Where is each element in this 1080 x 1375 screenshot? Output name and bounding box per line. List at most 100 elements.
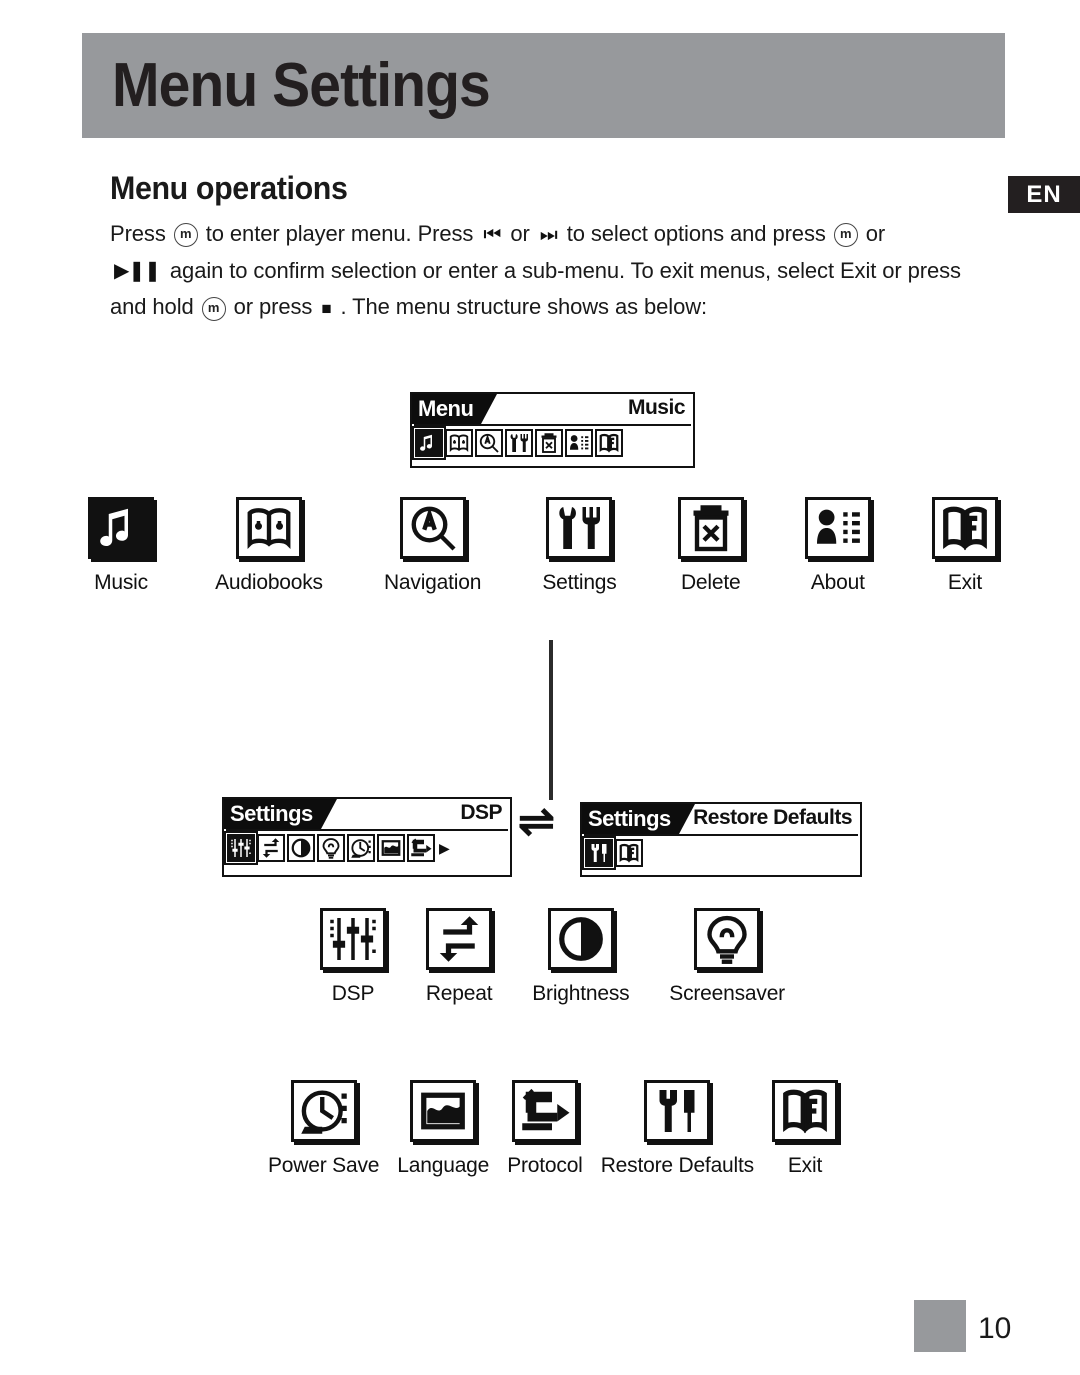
menu-item-label: Music [94,571,148,594]
stop-icon: ■ [321,299,332,319]
menu-item-label: About [810,571,865,594]
next-track-icon: ⏭ [539,223,558,246]
menu-item-settings[interactable]: Settings [542,497,617,595]
settings-icon-row-1: DSP Repeat Brightness Screensaver [320,908,785,1006]
lcd-tab-label: Settings [582,804,695,834]
lcd-exit-icon[interactable] [615,839,643,867]
lcd-navigation-icon[interactable] [475,429,503,457]
page-title: Menu Settings [112,51,491,120]
lcd-protocol-icon[interactable] [407,834,435,862]
menu-item-exit[interactable]: Exit [771,1080,838,1178]
intro-text-3b: or press [227,294,319,320]
lcd-power-save-icon[interactable] [347,834,375,862]
menu-item-label: Protocol [507,1154,583,1177]
menu-item-language[interactable]: Language [397,1080,489,1178]
menu-item-navigation[interactable]: Navigation [384,497,481,595]
play-pause-icon: ▶❚❚ [114,260,161,283]
menu-item-delete[interactable]: Delete [677,497,744,595]
intro-paragraph: Press m to enter player menu. Press ⏮ or… [110,216,1000,326]
intro-text-1e: or [859,221,886,246]
intro-line-1: Press m to enter player menu. Press ⏮ or… [110,216,1000,253]
lcd-brightness-icon[interactable] [287,834,315,862]
settings-icon-row-2: Power Save Language Protocol Restore Def… [268,1080,838,1178]
main-menu-icon-row: Music Audiobooks Navigation Settings Del… [88,497,998,595]
menu-item-restore-defaults[interactable]: Restore Defaults [601,1080,754,1178]
restore-defaults-icon[interactable] [644,1080,711,1142]
menu-item-label: Screensaver [669,982,785,1005]
brightness-icon[interactable] [547,908,614,970]
lcd-audiobooks-icon[interactable] [445,429,473,457]
exit-icon[interactable] [931,497,998,559]
menu-item-power-save[interactable]: Power Save [268,1080,379,1178]
lcd-delete-icon[interactable] [535,429,563,457]
menu-item-label: Settings [542,571,617,594]
page-number: 10 [978,1312,1012,1345]
delete-icon[interactable] [677,497,744,559]
menu-item-label: Navigation [383,571,482,594]
settings-lcd-screen-dsp: Settings DSP ▶ [222,797,512,877]
lcd-title-bar: Settings Restore Defaults [582,804,860,834]
lcd-icon-row [582,836,860,870]
lcd-tab-label: Menu [412,394,499,424]
intro-line-3: and hold m or press ■ . The menu structu… [110,289,1000,326]
dsp-icon[interactable] [320,908,386,970]
settings-icon[interactable] [546,497,613,559]
lcd-exit-icon[interactable] [595,429,623,457]
page-marker [914,1300,966,1352]
menu-item-screensaver[interactable]: Screensaver [669,908,785,1006]
lcd-dsp-icon[interactable] [224,831,258,865]
lcd-restore-defaults-icon[interactable] [582,836,616,870]
main-menu-lcd-screen: Menu Music [410,392,695,468]
protocol-icon[interactable] [511,1080,578,1142]
menu-item-label: Brightness [532,982,630,1005]
lcd-settings-icon[interactable] [505,429,533,457]
lcd-icon-row: ▶ [224,831,510,865]
menu-item-label: Language [397,1154,490,1177]
menu-item-label: Delete [680,571,741,594]
menu-item-exit[interactable]: Exit [931,497,998,595]
menu-item-audiobooks[interactable]: Audiobooks [215,497,323,595]
intro-text-1b: to enter player menu. Press [199,221,480,246]
lcd-title-bar: Menu Music [412,394,693,424]
exit-icon[interactable] [771,1080,838,1142]
lcd-language-icon[interactable] [377,834,405,862]
menu-item-label: Exit [947,571,983,594]
menu-button-icon: m [201,296,226,321]
language-badge: EN [1008,176,1080,213]
power-save-icon[interactable] [290,1080,357,1142]
menu-item-music[interactable]: Music [88,497,154,595]
lcd-about-icon[interactable] [565,429,593,457]
intro-text-3c: . The menu structure shows as below: [334,294,708,320]
about-icon[interactable] [804,497,871,559]
lcd-music-icon[interactable] [412,426,446,460]
intro-text-1a: Press [110,221,172,246]
menu-item-brightness[interactable]: Brightness [532,908,630,1006]
intro-text-1d: to select options and press [560,221,832,246]
intro-line-2: ▶❚❚ again to confirm selection or enter … [110,253,1000,290]
lcd-selected-label: Music [627,396,686,419]
menu-item-repeat[interactable]: Repeat [426,908,493,1006]
lcd-repeat-icon[interactable] [257,834,285,862]
audiobooks-icon[interactable] [235,497,302,559]
lcd-icon-row [412,426,693,460]
intro-text-1c: or [504,221,536,246]
swap-arrow-icon: ⇌ [518,797,555,846]
menu-item-label: Repeat [425,982,493,1005]
screensaver-icon[interactable] [694,908,761,970]
settings-lcd-screen-restore-defaults: Settings Restore Defaults [580,802,862,877]
music-icon[interactable] [88,497,154,559]
menu-item-about[interactable]: About [804,497,871,595]
lcd-title-bar: Settings DSP [224,799,510,829]
menu-item-protocol[interactable]: Protocol [507,1080,583,1178]
more-items-arrow-icon: ▶ [439,839,450,856]
repeat-icon[interactable] [426,908,493,970]
lcd-tab-label: Settings [224,799,337,829]
language-icon[interactable] [410,1080,477,1142]
prev-track-icon: ⏮ [483,223,501,246]
navigation-icon[interactable] [399,497,466,559]
menu-item-dsp[interactable]: DSP [320,908,386,1006]
lcd-selected-label: DSP [460,801,502,824]
page-header-band: Menu Settings [82,33,1005,138]
intro-text-2: again to confirm selection or enter a su… [163,257,961,283]
lcd-screensaver-icon[interactable] [317,834,345,862]
